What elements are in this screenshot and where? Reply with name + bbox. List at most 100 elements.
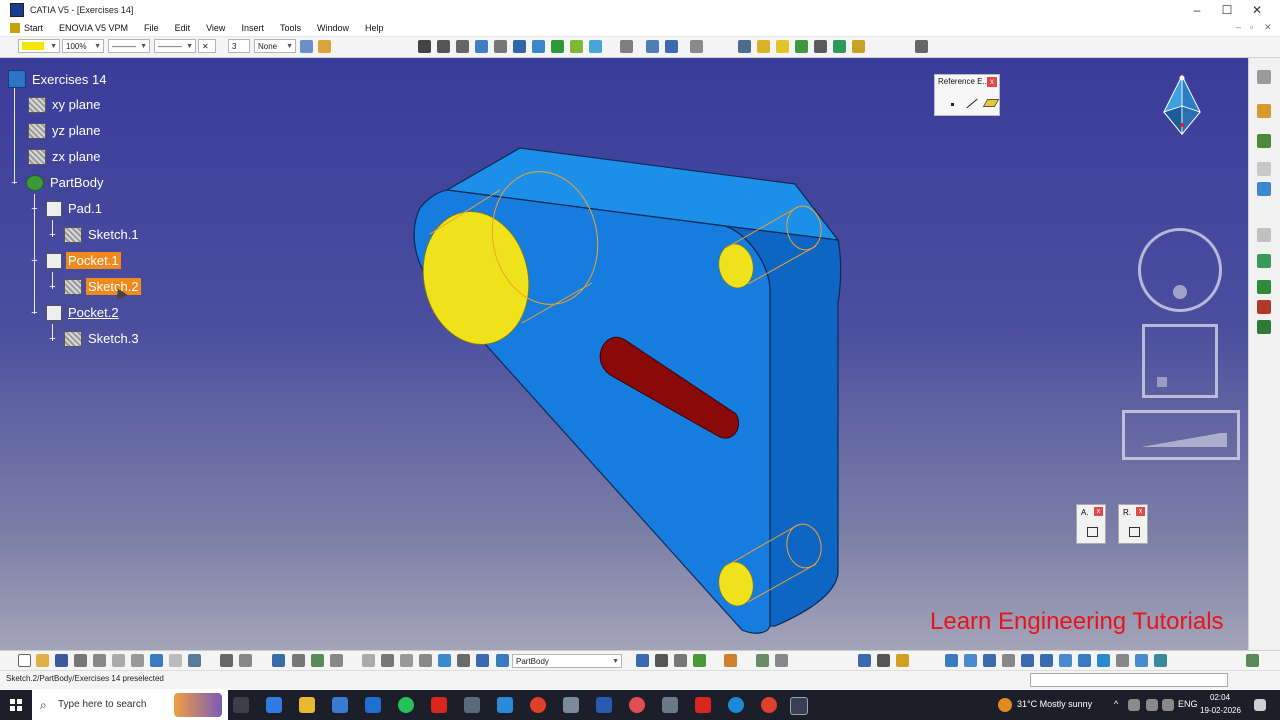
fit-all-icon[interactable]	[964, 654, 977, 667]
stack-icon[interactable]	[877, 654, 890, 667]
expand-icon[interactable]: +	[48, 230, 57, 241]
collapse-icon[interactable]: −	[30, 204, 39, 215]
word-icon[interactable]	[596, 697, 612, 713]
calculator-icon[interactable]	[662, 697, 678, 713]
collapse-icon[interactable]: −	[30, 308, 39, 319]
comment-icon[interactable]	[239, 654, 252, 667]
open-icon[interactable]	[36, 654, 49, 667]
zoom-in-icon[interactable]	[1021, 654, 1034, 667]
iso-view-icon[interactable]	[532, 40, 545, 53]
language-indicator[interactable]: ENG	[1178, 699, 1198, 709]
menu-edit[interactable]: Edit	[167, 23, 199, 33]
normal-view-icon[interactable]	[1059, 654, 1072, 667]
store-icon[interactable]	[332, 697, 348, 713]
layer-combo[interactable]: None ▼	[254, 39, 296, 53]
sketcher-icon[interactable]	[915, 40, 928, 53]
taskbar-search[interactable]: ⌕ Type here to search	[32, 690, 228, 720]
catalog-icon[interactable]	[1257, 300, 1271, 314]
color-combo[interactable]: ▼	[18, 39, 60, 53]
tree-item-partbody[interactable]: PartBody	[26, 174, 105, 191]
line-weight-combo[interactable]: ——— ▼	[154, 39, 196, 53]
swap-visible-icon[interactable]	[1135, 654, 1148, 667]
save-icon[interactable]	[55, 654, 68, 667]
plane-icon[interactable]	[982, 99, 1000, 107]
notification-icon[interactable]	[1254, 699, 1266, 711]
expand-icon[interactable]: +	[48, 282, 57, 293]
acrobat-icon[interactable]	[431, 697, 447, 713]
knowledge-icon[interactable]	[693, 654, 706, 667]
rotate-icon[interactable]	[381, 654, 394, 667]
workbench-icon[interactable]	[1246, 654, 1259, 667]
hide-show-icon[interactable]	[1116, 654, 1129, 667]
chrome-icon[interactable]	[761, 697, 777, 713]
copilot-icon[interactable]	[266, 697, 282, 713]
copy-icon[interactable]	[112, 654, 125, 667]
painter-icon[interactable]	[300, 40, 313, 53]
doc-close-button[interactable]: ✕	[1264, 22, 1272, 33]
normal-view-icon[interactable]	[513, 40, 526, 53]
zoom-icon[interactable]	[494, 40, 507, 53]
transparency-combo[interactable]: 100% ▼	[62, 39, 104, 53]
plane-tool-icon[interactable]	[1257, 162, 1271, 176]
measure-between-icon[interactable]	[292, 654, 305, 667]
filter-icon[interactable]	[438, 654, 451, 667]
part-model[interactable]	[0, 58, 1248, 650]
update-icon[interactable]	[1257, 320, 1271, 334]
menu-file[interactable]: File	[136, 23, 167, 33]
catalog-browser-icon[interactable]	[674, 654, 687, 667]
close-button[interactable]: ✕	[1242, 0, 1272, 20]
shaft-icon[interactable]	[776, 40, 789, 53]
close-icon[interactable]: x	[1094, 507, 1103, 516]
volume-icon[interactable]	[1146, 699, 1158, 711]
close-icon[interactable]: x	[1136, 507, 1145, 516]
pad-icon[interactable]	[738, 40, 751, 53]
whatsapp-icon[interactable]	[398, 697, 414, 713]
redo-icon[interactable]	[169, 654, 182, 667]
tree-item-zx-plane[interactable]: zx plane	[28, 148, 102, 165]
formula-icon[interactable]	[220, 654, 233, 667]
tree-item-pocket-1[interactable]: Pocket.1	[46, 252, 121, 269]
body-select-combo[interactable]: PartBody ▼	[512, 654, 622, 668]
shading-icon[interactable]	[551, 40, 564, 53]
axis-tool-icon[interactable]	[1257, 182, 1271, 196]
fly-icon[interactable]	[945, 654, 958, 667]
table-icon[interactable]	[272, 654, 285, 667]
select-icon[interactable]	[1257, 104, 1271, 118]
rotate-icon[interactable]	[475, 40, 488, 53]
mirror-icon[interactable]	[756, 654, 769, 667]
point-icon[interactable]	[951, 103, 954, 106]
constraint-icon[interactable]	[1257, 228, 1271, 242]
menu-insert[interactable]: Insert	[233, 23, 272, 33]
number-icon[interactable]	[419, 654, 432, 667]
task-view-icon[interactable]	[233, 697, 249, 713]
pattern-icon[interactable]	[775, 654, 788, 667]
minimize-button[interactable]: –	[1182, 0, 1212, 20]
weather-text[interactable]: 31°C Mostly sunny	[1017, 699, 1092, 709]
scale-icon[interactable]	[457, 654, 470, 667]
clock-time[interactable]: 02:04	[1210, 693, 1230, 702]
paste-icon[interactable]	[131, 654, 144, 667]
rib-icon[interactable]	[833, 40, 846, 53]
iso-view-icon[interactable]	[1097, 654, 1110, 667]
tree-root[interactable]: Exercises 14	[8, 70, 108, 88]
snap-icon[interactable]	[646, 40, 659, 53]
fit-all-icon[interactable]	[437, 40, 450, 53]
expand-icon[interactable]: +	[48, 334, 57, 345]
fly-mode-icon[interactable]	[418, 40, 431, 53]
multi-view-icon[interactable]	[1078, 654, 1091, 667]
swap-space-icon[interactable]	[589, 40, 602, 53]
analysis-icon[interactable]	[1087, 527, 1098, 537]
menu-start[interactable]: Start	[20, 23, 51, 33]
pan-icon[interactable]	[362, 654, 375, 667]
catia-taskbar-icon[interactable]	[790, 697, 808, 715]
cut-icon[interactable]	[93, 654, 106, 667]
close-icon[interactable]: x	[987, 77, 997, 87]
list-icon[interactable]	[476, 654, 489, 667]
axis-system-icon[interactable]	[400, 654, 413, 667]
menu-enovia[interactable]: ENOVIA V5 VPM	[51, 23, 136, 33]
layer-number-combo[interactable]: 3	[228, 39, 250, 53]
pan-view-icon[interactable]	[983, 654, 996, 667]
move-icon[interactable]	[858, 654, 871, 667]
menu-view[interactable]: View	[198, 23, 233, 33]
3d-viewport[interactable]: Exercises 14 xy plane yz plane zx plane …	[0, 58, 1248, 650]
